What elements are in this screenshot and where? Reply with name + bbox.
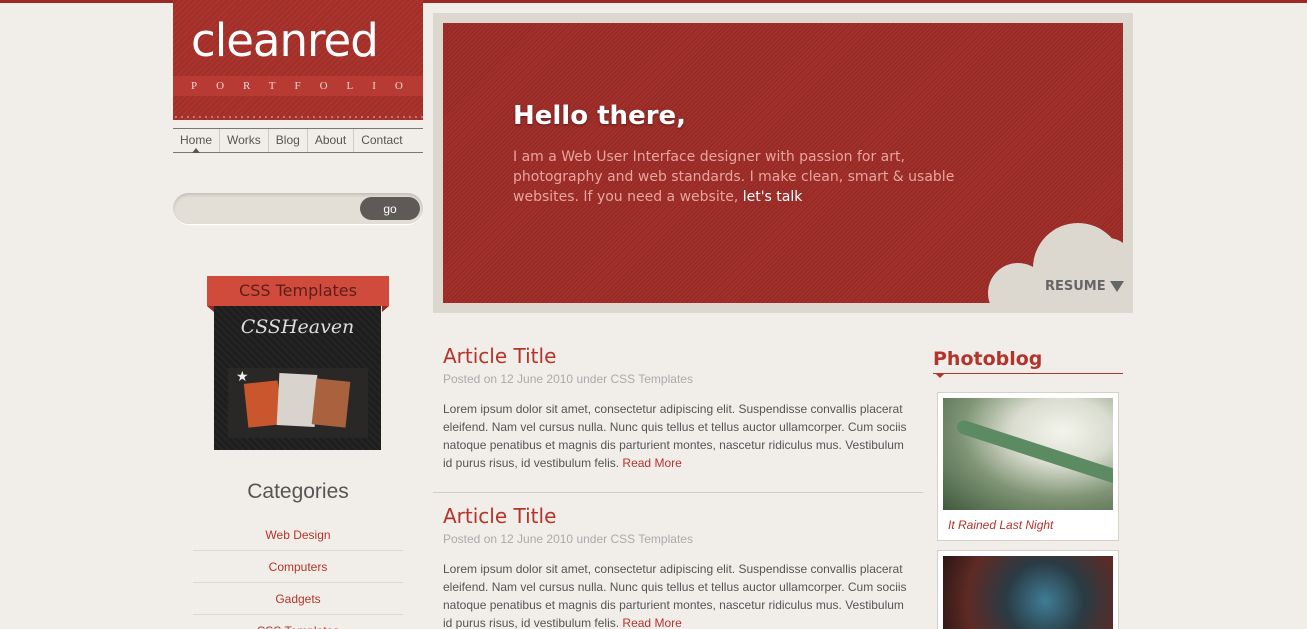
logo-dot-pattern bbox=[173, 114, 423, 120]
article-body: Lorem ipsum dolor sit amet, consectetur … bbox=[443, 400, 913, 472]
logo-subtitle: PORTFOLIO bbox=[191, 80, 422, 92]
nav-item-contact[interactable]: Contact bbox=[354, 129, 409, 152]
ad-template-screens: ★ bbox=[228, 368, 368, 438]
category-item[interactable]: Computers bbox=[193, 551, 403, 583]
categories-list: Web Design Computers Gadgets CSS Templat… bbox=[193, 519, 403, 629]
template-preview bbox=[311, 378, 351, 428]
article-title[interactable]: Article Title bbox=[443, 344, 913, 368]
category-item[interactable]: CSS Templates bbox=[193, 615, 403, 629]
article-divider bbox=[433, 492, 923, 493]
category-item[interactable]: Gadgets bbox=[193, 583, 403, 615]
photo-thumbnail[interactable] bbox=[943, 556, 1113, 629]
categories-heading: Categories bbox=[247, 480, 349, 503]
site-logo[interactable]: cleanred PORTFOLIO bbox=[173, 0, 423, 120]
photoblog-heading: Photoblog bbox=[933, 348, 1123, 378]
resume-label: RESUME bbox=[1045, 279, 1106, 294]
ad-logo: CSSHeaven bbox=[240, 316, 355, 338]
search-go-button[interactable]: go bbox=[360, 197, 420, 220]
article-title[interactable]: Article Title bbox=[443, 504, 913, 528]
read-more-link[interactable]: Read More bbox=[622, 456, 681, 470]
nav-item-about[interactable]: About bbox=[308, 129, 355, 152]
photo-caption[interactable]: It Rained Last Night bbox=[943, 518, 1113, 532]
search-bar: go bbox=[173, 193, 423, 224]
nav-item-home[interactable]: Home bbox=[173, 129, 221, 153]
category-item[interactable]: Web Design bbox=[193, 519, 403, 551]
hero-intro: I am a Web User Interface designer with … bbox=[513, 149, 955, 205]
lets-talk-link[interactable]: let's talk bbox=[743, 189, 803, 205]
ad-ribbon[interactable]: CSS Templates bbox=[207, 276, 389, 312]
article: Article Title Posted on 12 June 2010 und… bbox=[443, 504, 913, 629]
ad-banner[interactable]: CSSHeaven ★ bbox=[214, 306, 381, 450]
hero-title: Hello there, bbox=[513, 101, 687, 131]
article-meta: Posted on 12 June 2010 under CSS Templat… bbox=[443, 532, 693, 546]
main-nav: Home Works Blog About Contact bbox=[173, 128, 423, 153]
nav-item-works[interactable]: Works bbox=[220, 129, 269, 152]
hero-banner: Hello there, I am a Web User Interface d… bbox=[443, 23, 1123, 303]
article-body: Lorem ipsum dolor sit amet, consectetur … bbox=[443, 560, 913, 629]
triangle-down-icon bbox=[1109, 281, 1124, 292]
nav-item-blog[interactable]: Blog bbox=[269, 129, 308, 152]
resume-link[interactable]: RESUME bbox=[1045, 279, 1124, 294]
logo-title: cleanred bbox=[191, 14, 379, 67]
hero-text: I am a Web User Interface designer with … bbox=[513, 147, 983, 207]
photoblog-item[interactable]: It Rained Last Night bbox=[937, 392, 1119, 541]
photoblog-item[interactable] bbox=[937, 550, 1119, 629]
read-more-link[interactable]: Read More bbox=[622, 616, 681, 629]
photo-thumbnail[interactable] bbox=[943, 398, 1113, 510]
article: Article Title Posted on 12 June 2010 und… bbox=[443, 344, 913, 472]
leaf-shape bbox=[955, 418, 1113, 488]
article-meta: Posted on 12 June 2010 under CSS Templat… bbox=[443, 372, 693, 386]
search-input[interactable] bbox=[183, 198, 363, 218]
